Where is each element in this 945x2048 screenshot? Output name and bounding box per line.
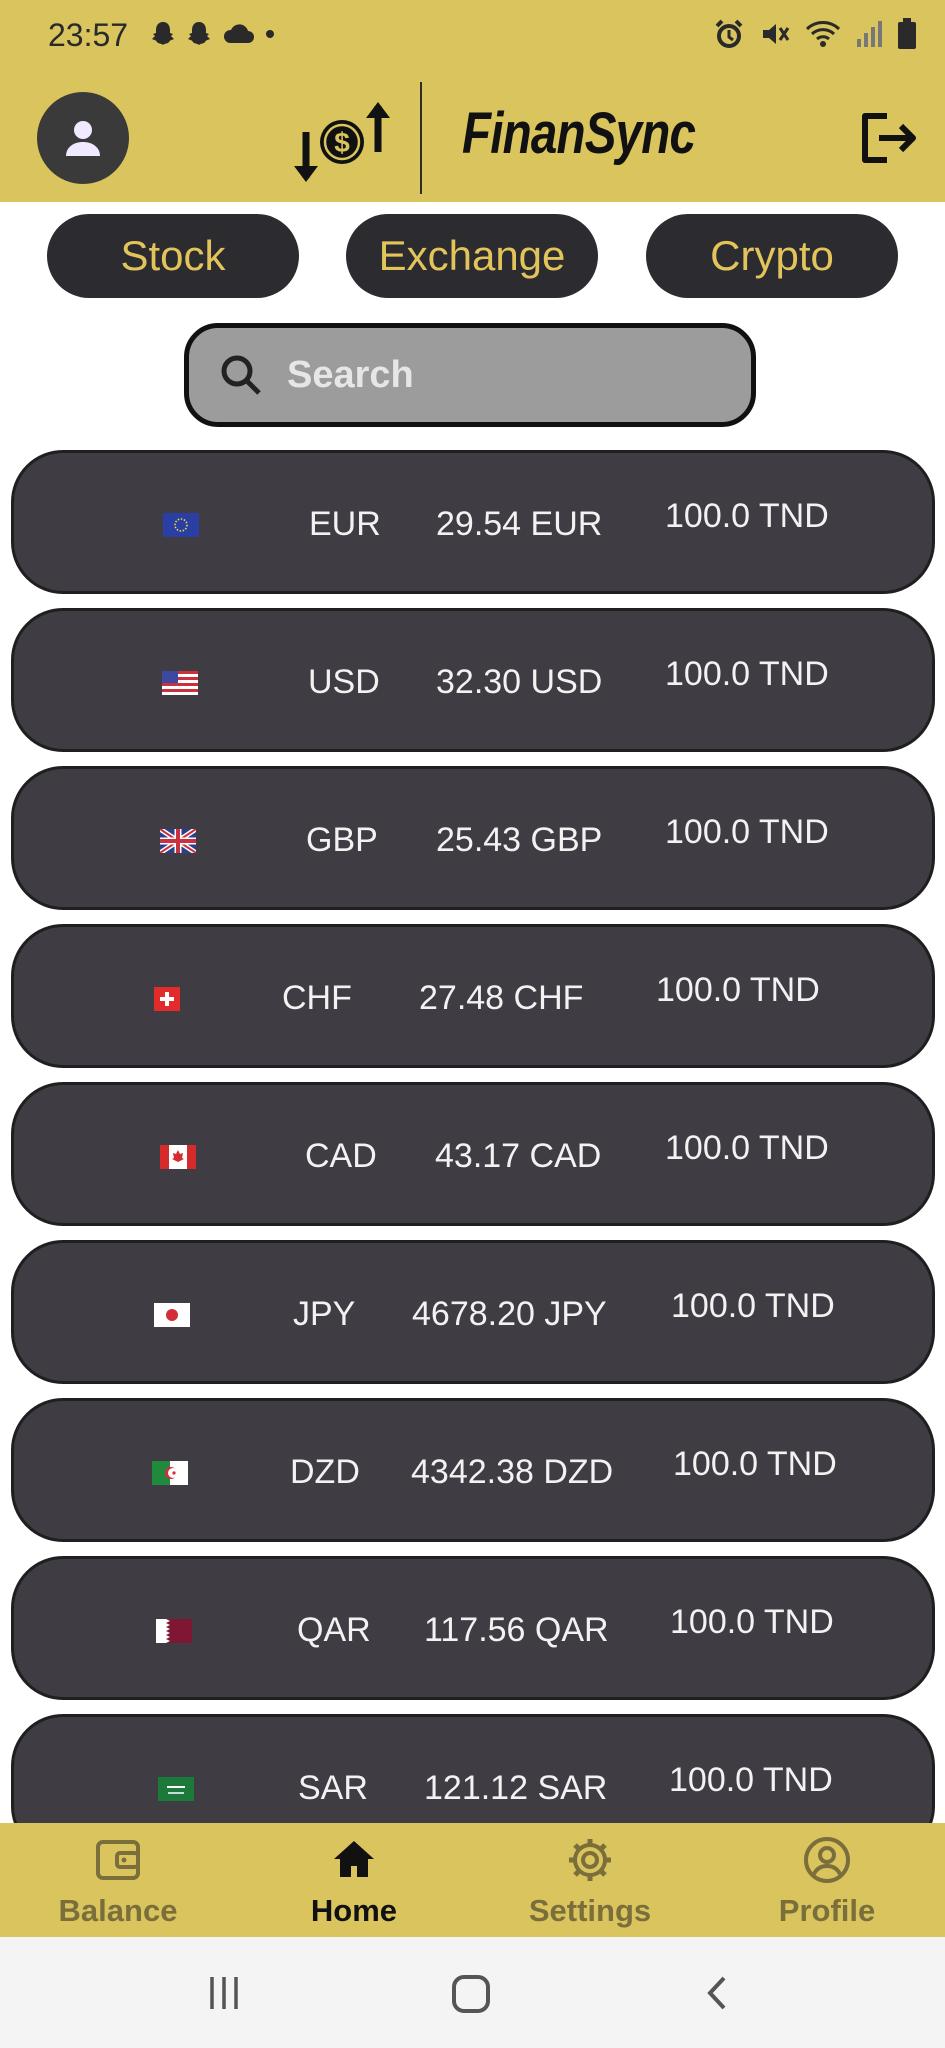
system-navigation-bar xyxy=(0,1937,945,2048)
base-amount: 100.0 TND xyxy=(665,1129,829,1167)
rate-row-dzd[interactable]: DZD 4342.38 DZD 100.0 TND xyxy=(11,1398,935,1542)
currency-code: JPY xyxy=(293,1295,356,1333)
avatar-button[interactable] xyxy=(37,92,129,184)
currency-code: CHF xyxy=(282,979,352,1017)
rate-row-sar[interactable]: SAR 121.12 SAR 100.0 TND xyxy=(11,1714,935,1823)
ca-flag-icon xyxy=(160,1145,196,1169)
currency-code: USD xyxy=(308,663,380,701)
nav-settings[interactable]: Settings xyxy=(490,1835,690,1935)
battery-icon xyxy=(898,18,916,49)
rate-row-chf[interactable]: CHF 27.48 CHF 100.0 TND xyxy=(11,924,935,1068)
base-amount: 100.0 TND xyxy=(665,813,829,851)
wifi-icon xyxy=(805,21,841,47)
snapchat-icon xyxy=(188,22,210,45)
currency-code: DZD xyxy=(290,1453,360,1491)
base-amount: 100.0 TND xyxy=(670,1603,834,1641)
tab-stock[interactable]: Stock xyxy=(47,214,299,298)
currency-exchange-logo-icon: $ xyxy=(294,102,390,182)
base-amount: 100.0 TND xyxy=(673,1445,837,1483)
home-icon xyxy=(334,1841,374,1877)
status-time: 23:57 xyxy=(48,17,129,53)
app-brand-title: FinanSync xyxy=(462,101,696,166)
converted-amount: 32.30 USD xyxy=(436,663,603,701)
back-icon[interactable] xyxy=(700,1975,736,2011)
converted-amount: 117.56 QAR xyxy=(424,1611,609,1649)
converted-amount: 4342.38 DZD xyxy=(411,1453,614,1491)
cloud-icon xyxy=(223,24,254,43)
rate-row-eur[interactable]: EUR 29.54 EUR 100.0 TND xyxy=(11,450,935,594)
bottom-navigation: Balance Home Settings Profile xyxy=(0,1823,945,1937)
rate-row-usd[interactable]: USD 32.30 USD 100.0 TND xyxy=(11,608,935,752)
app-header: $ FinanSync xyxy=(0,72,945,202)
converted-amount: 43.17 CAD xyxy=(435,1137,602,1175)
home-button-icon[interactable] xyxy=(450,1973,492,2015)
nav-label: Settings xyxy=(528,1893,652,1928)
rate-row-cad[interactable]: CAD 43.17 CAD 100.0 TND xyxy=(11,1082,935,1226)
rate-row-jpy[interactable]: JPY 4678.20 JPY 100.0 TND xyxy=(11,1240,935,1384)
converted-amount: 4678.20 JPY xyxy=(412,1295,607,1333)
base-amount: 100.0 TND xyxy=(665,655,829,693)
currency-code: GBP xyxy=(306,821,378,859)
tab-exchange[interactable]: Exchange xyxy=(346,214,598,298)
exchange-rate-list[interactable]: EUR 29.54 EUR 100.0 TND USD 32.30 USD 10… xyxy=(0,448,945,1823)
user-icon xyxy=(66,121,100,156)
nav-label: Home xyxy=(310,1893,398,1928)
converted-amount: 25.43 GBP xyxy=(436,821,603,859)
currency-code: SAR xyxy=(298,1769,368,1807)
mute-icon xyxy=(763,24,790,44)
currency-code: QAR xyxy=(297,1611,371,1649)
base-amount: 100.0 TND xyxy=(656,971,820,1009)
wallet-icon xyxy=(96,1840,140,1880)
converted-amount: 27.48 CHF xyxy=(419,979,584,1017)
status-notification-icons xyxy=(150,20,276,48)
alarm-icon xyxy=(715,19,743,48)
base-amount: 100.0 TND xyxy=(665,497,829,535)
nav-label: Balance xyxy=(58,1893,178,1928)
us-flag-icon xyxy=(162,671,198,695)
base-amount: 100.0 TND xyxy=(671,1287,835,1325)
svg-text:$: $ xyxy=(334,127,350,158)
status-system-icons xyxy=(713,18,917,50)
nav-label: Profile xyxy=(778,1893,876,1928)
converted-amount: 29.54 EUR xyxy=(436,505,603,543)
search-icon xyxy=(221,355,261,395)
dz-flag-icon xyxy=(152,1461,188,1485)
rate-row-gbp[interactable]: GBP 25.43 GBP 100.0 TND xyxy=(11,766,935,910)
profile-icon xyxy=(804,1837,850,1883)
status-bar: 23:57 xyxy=(0,0,945,72)
currency-code: CAD xyxy=(305,1137,377,1175)
snapchat-icon xyxy=(152,22,174,45)
nav-profile[interactable]: Profile xyxy=(727,1835,927,1935)
currency-code: EUR xyxy=(309,505,381,543)
logout-icon[interactable] xyxy=(857,108,917,168)
jp-flag-icon xyxy=(154,1303,190,1327)
base-amount: 100.0 TND xyxy=(669,1761,833,1799)
search-input[interactable] xyxy=(285,352,729,398)
sa-flag-icon xyxy=(158,1777,194,1801)
signal-icon xyxy=(857,21,882,47)
nav-home[interactable]: Home xyxy=(254,1835,454,1935)
dot-icon xyxy=(266,30,274,38)
tab-crypto[interactable]: Crypto xyxy=(646,214,898,298)
rate-row-qar[interactable]: QAR 117.56 QAR 100.0 TND xyxy=(11,1556,935,1700)
recent-apps-icon[interactable] xyxy=(206,1975,242,2011)
nav-balance[interactable]: Balance xyxy=(18,1835,218,1935)
ch-flag-icon xyxy=(154,987,180,1011)
uk-flag-icon xyxy=(160,829,196,853)
converted-amount: 121.12 SAR xyxy=(424,1769,608,1807)
qa-flag-icon xyxy=(156,1619,192,1643)
gear-icon xyxy=(569,1839,611,1881)
search-bar[interactable] xyxy=(184,323,756,427)
eu-flag-icon xyxy=(163,513,199,537)
header-divider xyxy=(420,82,422,194)
